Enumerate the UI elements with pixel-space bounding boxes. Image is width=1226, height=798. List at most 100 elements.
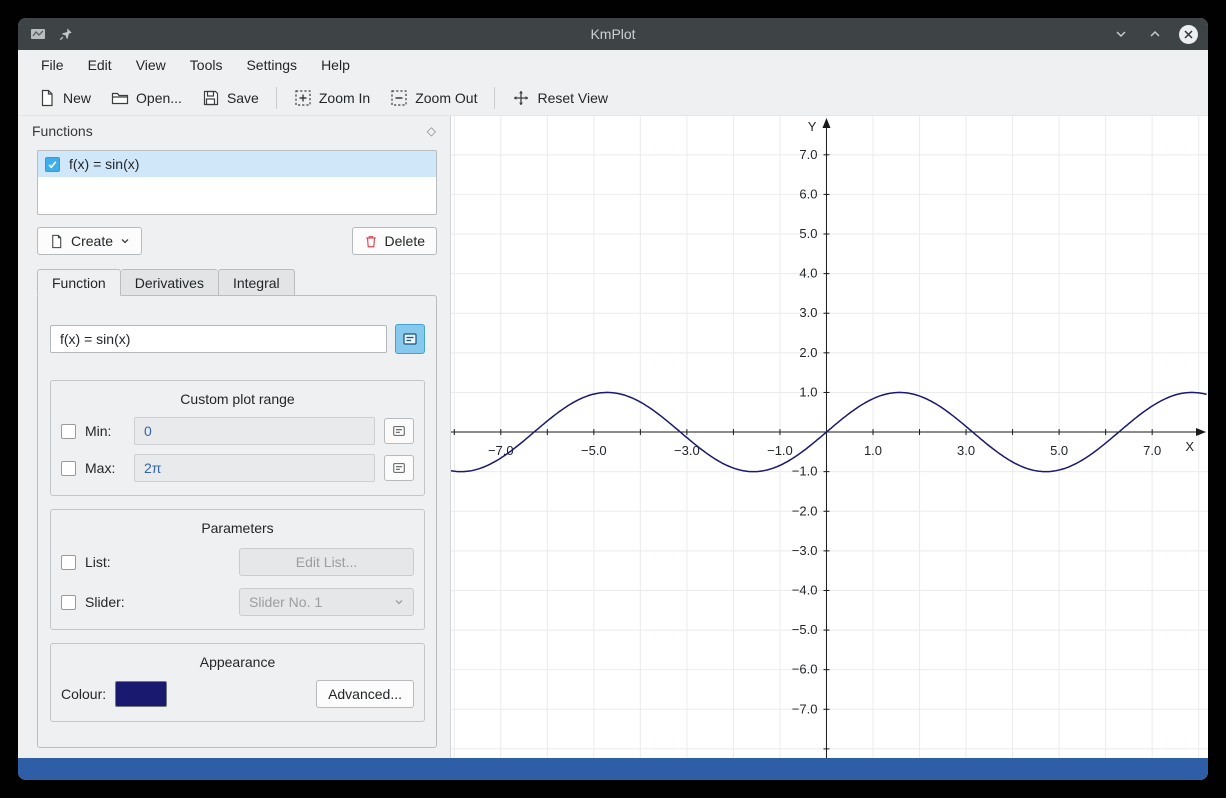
function-list-item[interactable]: f(x) = sin(x) (38, 151, 436, 177)
edit-list-button[interactable]: Edit List... (239, 548, 414, 576)
equation-editor-button[interactable] (395, 324, 425, 354)
svg-text:1.0: 1.0 (864, 443, 882, 458)
reset-view-button[interactable]: Reset View (502, 84, 618, 112)
axis-titles: XY (808, 119, 1195, 454)
max-editor-button[interactable] (384, 455, 414, 481)
menu-tools[interactable]: Tools (179, 53, 234, 77)
function-tab-panel: Custom plot range Min: Max: (37, 295, 437, 748)
max-input[interactable] (134, 454, 375, 482)
screen: KmPlot File Edit View Tools Settings Hel… (0, 0, 1226, 798)
new-button[interactable]: New (28, 84, 101, 112)
plot-area[interactable]: −7.0−5.0−3.0−1.01.03.05.07.0−7.0−6.0−5.0… (450, 116, 1208, 758)
advanced-button[interactable]: Advanced... (316, 680, 414, 708)
menubar: File Edit View Tools Settings Help (18, 50, 1208, 80)
chevron-down-icon (120, 236, 130, 246)
parameters-title: Parameters (61, 520, 414, 536)
svg-text:3.0: 3.0 (799, 305, 817, 320)
menu-view[interactable]: View (125, 53, 177, 77)
svg-text:−4.0: −4.0 (792, 582, 818, 597)
new-label: New (63, 90, 91, 106)
plot-canvas[interactable]: −7.0−5.0−3.0−1.01.03.05.07.0−7.0−6.0−5.0… (451, 116, 1208, 758)
svg-text:7.0: 7.0 (799, 147, 817, 162)
svg-text:6.0: 6.0 (799, 186, 817, 201)
max-checkbox[interactable] (61, 461, 76, 476)
slider-select[interactable]: Slider No. 1 (239, 588, 414, 616)
colour-swatch[interactable] (115, 681, 167, 707)
svg-text:2.0: 2.0 (799, 345, 817, 360)
tab-integral[interactable]: Integral (218, 269, 295, 296)
open-folder-icon (111, 89, 129, 107)
create-button[interactable]: Create (37, 227, 142, 255)
chevron-down-icon (394, 594, 404, 610)
toolbar-separator (276, 87, 277, 109)
min-label: Min: (85, 423, 125, 439)
function-visible-checkbox[interactable] (45, 157, 60, 172)
save-button[interactable]: Save (192, 84, 269, 112)
svg-text:3.0: 3.0 (957, 443, 975, 458)
menu-edit[interactable]: Edit (77, 53, 123, 77)
min-checkbox[interactable] (61, 424, 76, 439)
parameters-group: Parameters List: Edit List... Slider: Sl… (50, 509, 425, 630)
zoom-in-icon (294, 89, 312, 107)
float-diamond-icon[interactable]: ◇ (427, 124, 436, 138)
min-editor-button[interactable] (384, 418, 414, 444)
slider-label: Slider: (85, 594, 125, 610)
svg-text:−7.0: −7.0 (488, 443, 514, 458)
svg-text:−3.0: −3.0 (792, 543, 818, 558)
toolbar-separator (494, 87, 495, 109)
max-label: Max: (85, 460, 125, 476)
svg-text:5.0: 5.0 (1050, 443, 1068, 458)
menu-settings[interactable]: Settings (235, 53, 308, 77)
svg-text:−6.0: −6.0 (792, 662, 818, 677)
shade-button[interactable] (1111, 24, 1131, 44)
delete-trash-icon (364, 234, 378, 249)
open-label: Open... (136, 90, 182, 106)
function-list[interactable]: f(x) = sin(x) (37, 150, 437, 215)
delete-button[interactable]: Delete (352, 227, 437, 255)
list-label: List: (85, 554, 111, 570)
equation-editor-icon (402, 331, 418, 347)
svg-text:−7.0: −7.0 (792, 701, 818, 716)
tab-bar: Function Derivatives Integral (37, 269, 450, 295)
svg-text:−2.0: −2.0 (792, 503, 818, 518)
reset-view-label: Reset View (537, 90, 608, 106)
dock-title: Functions (32, 123, 93, 139)
custom-plot-range-title: Custom plot range (61, 391, 414, 407)
list-checkbox[interactable] (61, 555, 76, 570)
tab-derivatives[interactable]: Derivatives (121, 269, 218, 296)
svg-text:X: X (1185, 439, 1194, 454)
save-icon (202, 89, 220, 107)
titlebar[interactable]: KmPlot (18, 18, 1208, 50)
slider-checkbox[interactable] (61, 595, 76, 610)
zoom-out-button[interactable]: Zoom Out (380, 84, 487, 112)
svg-text:−5.0: −5.0 (792, 622, 818, 637)
kmplot-window: KmPlot File Edit View Tools Settings Hel… (18, 18, 1208, 780)
pin-icon[interactable] (56, 24, 76, 44)
open-button[interactable]: Open... (101, 84, 192, 112)
svg-text:−1.0: −1.0 (767, 443, 793, 458)
bottom-panel (18, 758, 1208, 780)
check-icon (47, 159, 58, 170)
min-input[interactable] (134, 417, 375, 445)
maximize-button[interactable] (1145, 24, 1165, 44)
close-button[interactable] (1179, 25, 1198, 44)
equation-input[interactable] (50, 325, 387, 353)
equation-editor-icon (392, 461, 406, 475)
slider-select-value: Slider No. 1 (249, 594, 322, 610)
tab-function[interactable]: Function (37, 269, 121, 296)
colour-label: Colour: (61, 686, 106, 702)
zoom-out-label: Zoom Out (415, 90, 477, 106)
save-label: Save (227, 90, 259, 106)
svg-text:4.0: 4.0 (799, 266, 817, 281)
appearance-group: Appearance Colour: Advanced... (50, 643, 425, 722)
delete-label: Delete (385, 233, 425, 249)
menu-help[interactable]: Help (310, 53, 361, 77)
svg-text:7.0: 7.0 (1143, 443, 1161, 458)
menu-file[interactable]: File (30, 53, 75, 77)
custom-plot-range-group: Custom plot range Min: Max: (50, 380, 425, 496)
svg-text:Y: Y (808, 119, 817, 134)
zoom-in-button[interactable]: Zoom In (284, 84, 380, 112)
svg-text:5.0: 5.0 (799, 226, 817, 241)
window-title: KmPlot (18, 26, 1208, 42)
create-function-icon (49, 234, 64, 249)
